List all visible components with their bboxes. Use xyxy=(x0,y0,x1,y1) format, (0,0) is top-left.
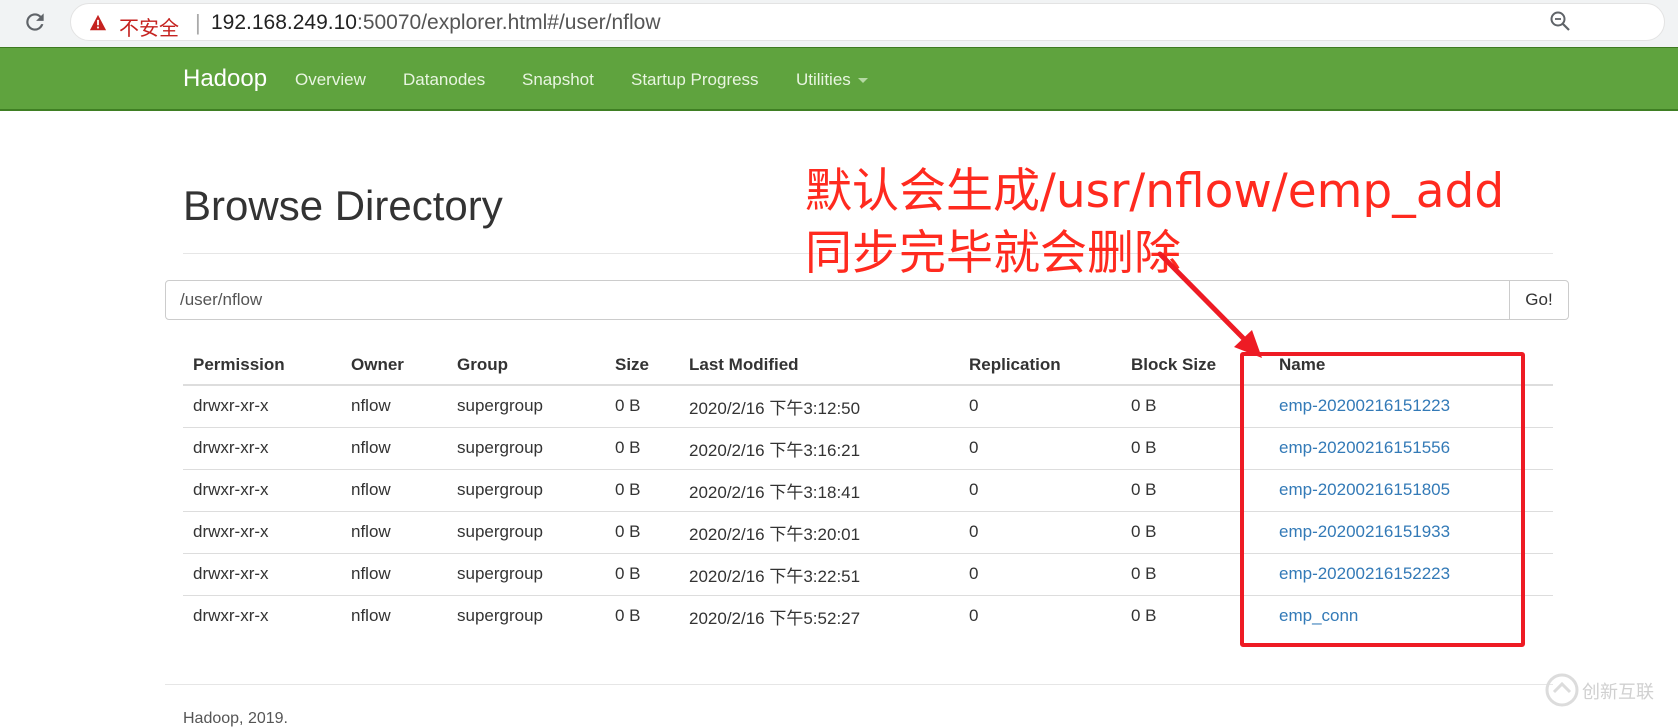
annotation-line-2: 同步完毕就会删除 xyxy=(805,226,1181,281)
cell-owner: nflow xyxy=(341,594,447,637)
url-host: 192.168.249.10 xyxy=(211,11,357,34)
reload-icon[interactable] xyxy=(22,9,48,35)
cell-last-modified: 2020/2/16 下午3:22:51 xyxy=(679,552,959,595)
nav-utilities[interactable]: Utilities xyxy=(796,70,868,90)
annotation-line-1: 默认会生成/usr/nflow/emp_add xyxy=(805,164,1505,219)
cell-size: 0 B xyxy=(605,468,679,511)
nav-startup-progress[interactable]: Startup Progress xyxy=(631,70,759,90)
caret-down-icon xyxy=(857,78,868,84)
cell-permission: drwxr-xr-x xyxy=(183,384,341,427)
url-text[interactable]: 192.168.249.10:50070/explorer.html#/user… xyxy=(211,11,661,35)
annotation-arrow-icon xyxy=(1157,251,1262,358)
security-label[interactable]: 不安全 xyxy=(119,12,179,41)
cell-group: supergroup xyxy=(447,384,605,427)
page-footer: Hadoop, 2019. xyxy=(183,710,288,727)
cell-size: 0 B xyxy=(605,510,679,553)
cell-group: supergroup xyxy=(447,468,605,511)
cell-replication: 0 xyxy=(959,552,1121,595)
cell-replication: 0 xyxy=(959,594,1121,637)
url-path: :50070/explorer.html#/user/nflow xyxy=(356,11,661,34)
address-bar[interactable]: 不安全 | 192.168.249.10:50070/explorer.html… xyxy=(70,3,1665,41)
footer-divider xyxy=(165,684,1553,685)
browser-toolbar: 不安全 | 192.168.249.10:50070/explorer.html… xyxy=(0,0,1678,47)
header-group[interactable]: Group xyxy=(447,345,605,386)
header-last-modified[interactable]: Last Modified xyxy=(679,345,959,386)
annotation-highlight-box xyxy=(1240,352,1525,647)
cell-replication: 0 xyxy=(959,426,1121,469)
cell-permission: drwxr-xr-x xyxy=(183,510,341,553)
cell-last-modified: 2020/2/16 下午3:20:01 xyxy=(679,510,959,553)
cell-size: 0 B xyxy=(605,552,679,595)
cell-group: supergroup xyxy=(447,594,605,637)
cell-group: supergroup xyxy=(447,510,605,553)
cell-owner: nflow xyxy=(341,426,447,469)
cell-last-modified: 2020/2/16 下午3:16:21 xyxy=(679,426,959,469)
cell-replication: 0 xyxy=(959,468,1121,511)
cell-last-modified: 2020/2/16 下午5:52:27 xyxy=(679,594,959,637)
directory-path-input[interactable] xyxy=(165,280,1510,320)
cell-owner: nflow xyxy=(341,552,447,595)
header-permission[interactable]: Permission xyxy=(183,345,341,386)
cell-size: 0 B xyxy=(605,384,679,427)
cell-permission: drwxr-xr-x xyxy=(183,468,341,511)
cell-replication: 0 xyxy=(959,510,1121,553)
url-separator: | xyxy=(195,10,201,35)
cell-owner: nflow xyxy=(341,384,447,427)
cell-permission: drwxr-xr-x xyxy=(183,426,341,469)
cell-size: 0 B xyxy=(605,594,679,637)
nav-snapshot[interactable]: Snapshot xyxy=(522,70,594,90)
page-title: Browse Directory xyxy=(183,182,503,229)
hadoop-navbar: Hadoop Overview Datanodes Snapshot Start… xyxy=(0,47,1678,111)
header-replication[interactable]: Replication xyxy=(959,345,1121,386)
cell-size: 0 B xyxy=(605,426,679,469)
cell-owner: nflow xyxy=(341,510,447,553)
go-button[interactable]: Go! xyxy=(1509,280,1569,320)
cell-last-modified: 2020/2/16 下午3:18:41 xyxy=(679,468,959,511)
nav-datanodes[interactable]: Datanodes xyxy=(403,70,485,90)
zoom-icon[interactable] xyxy=(1548,9,1572,33)
cell-group: supergroup xyxy=(447,426,605,469)
navbar-brand[interactable]: Hadoop xyxy=(183,65,267,93)
header-size[interactable]: Size xyxy=(605,345,679,386)
cell-permission: drwxr-xr-x xyxy=(183,594,341,637)
cell-last-modified: 2020/2/16 下午3:12:50 xyxy=(679,384,959,427)
cell-group: supergroup xyxy=(447,552,605,595)
nav-utilities-label: Utilities xyxy=(796,70,851,89)
header-owner[interactable]: Owner xyxy=(341,345,447,386)
cell-owner: nflow xyxy=(341,468,447,511)
watermark-text: 创新互联 xyxy=(1582,682,1654,702)
cell-replication: 0 xyxy=(959,384,1121,427)
warning-icon[interactable] xyxy=(89,14,107,32)
cell-permission: drwxr-xr-x xyxy=(183,552,341,595)
nav-overview[interactable]: Overview xyxy=(295,70,366,90)
